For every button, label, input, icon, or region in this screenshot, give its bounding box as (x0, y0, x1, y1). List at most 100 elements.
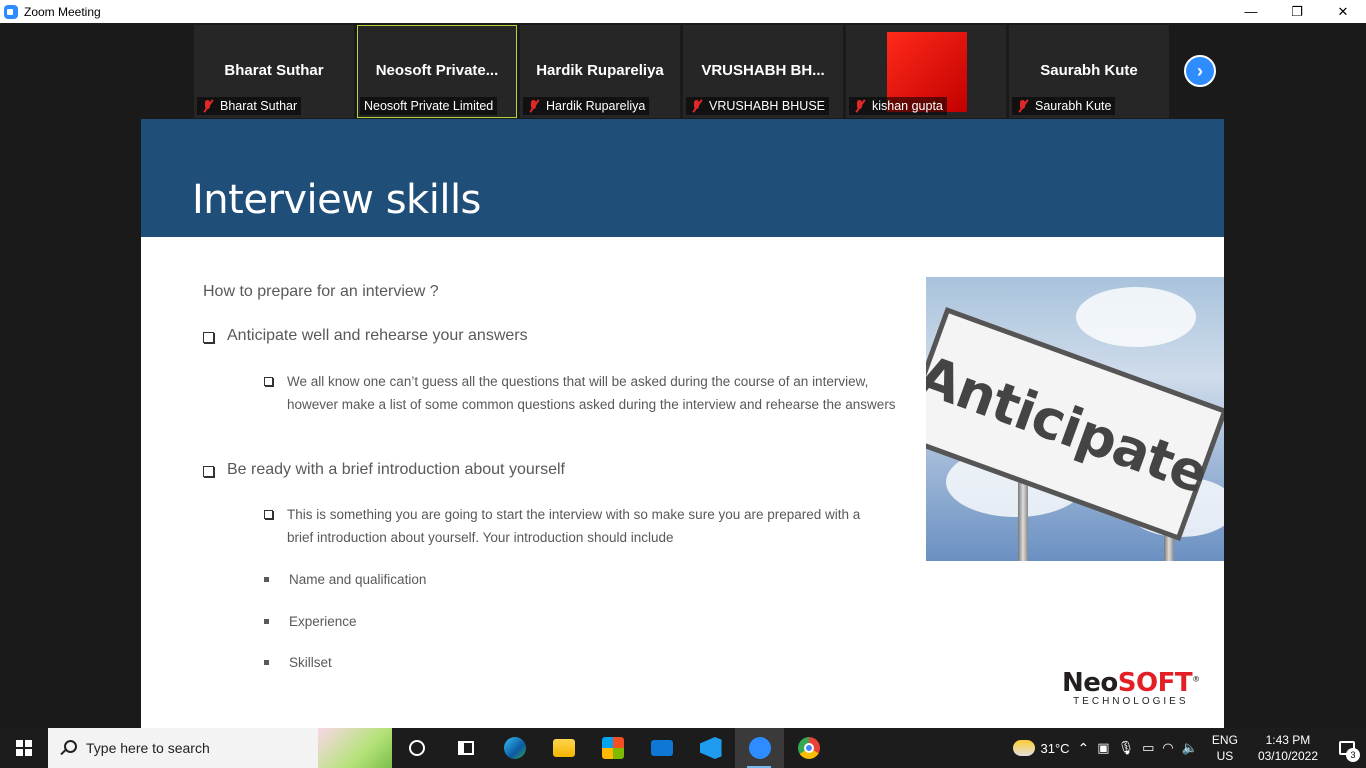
slide-bullet-text: Anticipate well and rehearse your answer… (227, 327, 528, 344)
participant-label: Hardik Rupareliya (523, 97, 650, 115)
slide-list-item-text: Skillset (289, 655, 332, 670)
mic-muted-icon (201, 99, 215, 113)
clock-time: 1:43 PM (1265, 733, 1311, 747)
logo-registered: ® (1192, 674, 1200, 684)
slide-bullet: Anticipate well and rehearse your answer… (203, 327, 528, 345)
participant-tile[interactable]: kishan gupta (846, 25, 1006, 118)
start-button[interactable] (0, 728, 48, 768)
logo-neo: Neo (1062, 668, 1118, 698)
participant-label: Saurabh Kute (1012, 97, 1116, 115)
system-tray: 31°C ⌃ ▣ 🎙 ▭ ◠ 🔈 ENG US 1:43 PM 03/10/20… (1009, 728, 1366, 768)
search-icon (60, 740, 77, 756)
taskbar-clock[interactable]: 1:43 PM 03/10/2022 (1248, 732, 1328, 764)
mic-muted-icon (1016, 99, 1030, 113)
clock-date: 03/10/2022 (1257, 749, 1318, 763)
zoom-taskbar-button[interactable] (735, 728, 784, 768)
mail-icon (650, 740, 673, 756)
mail-taskbar-button[interactable] (637, 728, 686, 768)
slide-sub-bullet: We all know one can’t guess all the ques… (264, 370, 904, 416)
weather-icon (1012, 740, 1035, 756)
slide-sub-bullet-text: This is something you are going to start… (287, 507, 861, 545)
participant-name: Hardik Rupareliya (536, 62, 664, 79)
window-title: Zoom Meeting (24, 4, 101, 19)
participant-tile-active-speaker[interactable]: Neosoft Private... Neosoft Private Limit… (357, 25, 517, 118)
slide-list-item: Experience (264, 610, 904, 633)
participant-name: Saurabh Kute (1040, 62, 1138, 79)
window-titlebar: Zoom Meeting — ❐ ✕ (0, 0, 1366, 23)
file-explorer-taskbar-button[interactable] (539, 728, 588, 768)
cortana-button[interactable] (392, 728, 441, 768)
search-highlight-art (318, 728, 392, 768)
slide-sub-bullet-text: We all know one can’t guess all the ques… (287, 374, 896, 412)
edge-taskbar-button[interactable] (490, 728, 539, 768)
mic-muted-icon (527, 99, 541, 113)
participant-label-text: Bharat Suthar (220, 99, 298, 113)
slide-list-item: Skillset (264, 651, 904, 674)
weather-temp: 31°C (1040, 740, 1070, 756)
shared-slide: Interview skills How to prepare for an i… (141, 119, 1224, 728)
participant-strip: Bharat Suthar Bharat Suthar Neosoft Priv… (194, 25, 1172, 118)
participant-label: Neosoft Private Limited (360, 97, 498, 115)
wifi-icon[interactable]: ◠ (1158, 740, 1177, 756)
participant-label: VRUSHABH BHUSE (686, 97, 829, 115)
language-indicator[interactable]: ENG US (1202, 732, 1248, 764)
windows-logo-icon (16, 740, 32, 756)
windows-taskbar: Type here to search 31°C ⌃ ▣ 🎙 ▭ ◠ 🔈 ENG… (0, 728, 1366, 768)
participant-label-text: VRUSHABH BHUSE (709, 99, 825, 113)
microphone-tray-icon[interactable]: 🎙 (1114, 740, 1139, 756)
participant-label-text: Neosoft Private Limited (364, 99, 494, 113)
participant-label: Bharat Suthar (197, 97, 302, 115)
chrome-taskbar-button[interactable] (784, 728, 833, 768)
checkbox-bullet-icon (203, 332, 214, 343)
volume-icon[interactable]: 🔈 (1178, 740, 1202, 756)
slide-title: Interview skills (192, 177, 481, 223)
folder-icon (552, 739, 575, 757)
close-button[interactable]: ✕ (1320, 0, 1366, 23)
participant-tile[interactable]: VRUSHABH BH... VRUSHABH BHUSE (683, 25, 843, 118)
participant-label: kishan gupta (849, 97, 947, 115)
next-page-arrow-icon[interactable]: › (1184, 55, 1216, 87)
action-center-button[interactable]: 3 (1328, 728, 1366, 768)
checkbox-bullet-icon (203, 466, 214, 477)
participant-tile[interactable]: Saurabh Kute Saurabh Kute (1009, 25, 1169, 118)
anticipate-sign-image: Anticipate (926, 277, 1224, 561)
participant-tile[interactable]: Bharat Suthar Bharat Suthar (194, 25, 354, 118)
mic-muted-icon (853, 99, 867, 113)
restore-button[interactable]: ❐ (1274, 0, 1320, 23)
slide-bullet: Be ready with a brief introduction about… (203, 461, 565, 479)
logo-tagline: TECHNOLOGIES (1073, 696, 1189, 707)
task-view-button[interactable] (441, 728, 490, 768)
weather-widget[interactable]: 31°C (1009, 740, 1074, 756)
participant-tile[interactable]: Hardik Rupareliya Hardik Rupareliya (520, 25, 680, 118)
store-taskbar-button[interactable] (588, 728, 637, 768)
vscode-icon (699, 737, 722, 759)
language-code: ENG (1211, 733, 1238, 747)
store-icon (601, 737, 624, 759)
zoom-icon (748, 737, 771, 759)
mic-muted-icon (690, 99, 704, 113)
show-hidden-icons-button[interactable]: ⌃ (1074, 740, 1094, 757)
participant-name: Neosoft Private... (375, 62, 499, 79)
checkbox-bullet-icon (264, 377, 273, 386)
slide-list-item-text: Name and qualification (289, 572, 427, 587)
participant-name: Bharat Suthar (224, 62, 324, 79)
neosoft-logo: NeoSOFT® TECHNOLOGIES (1062, 668, 1200, 707)
notification-count-badge: 3 (1346, 748, 1360, 762)
meeting-area: Bharat Suthar Bharat Suthar Neosoft Priv… (0, 23, 1366, 728)
battery-icon[interactable]: ▭ (1138, 740, 1158, 756)
participant-label-text: kishan gupta (872, 99, 943, 113)
search-placeholder: Type here to search (86, 740, 210, 756)
vscode-taskbar-button[interactable] (686, 728, 735, 768)
cortana-icon (408, 740, 425, 756)
square-bullet-icon (264, 660, 269, 665)
camera-tray-icon[interactable]: ▣ (1093, 740, 1113, 756)
taskbar-search-box[interactable]: Type here to search (48, 728, 392, 768)
slide-list-item: Name and qualification (264, 568, 904, 591)
slide-list-item-text: Experience (289, 614, 357, 629)
slide-bullet-text: Be ready with a brief introduction about… (227, 461, 565, 478)
minimize-button[interactable]: — (1228, 0, 1274, 23)
keyboard-layout: US (1216, 749, 1234, 763)
slide-question: How to prepare for an interview ? (203, 283, 439, 300)
logo-soft: SOFT (1117, 668, 1193, 698)
slide-header: Interview skills (141, 119, 1224, 237)
